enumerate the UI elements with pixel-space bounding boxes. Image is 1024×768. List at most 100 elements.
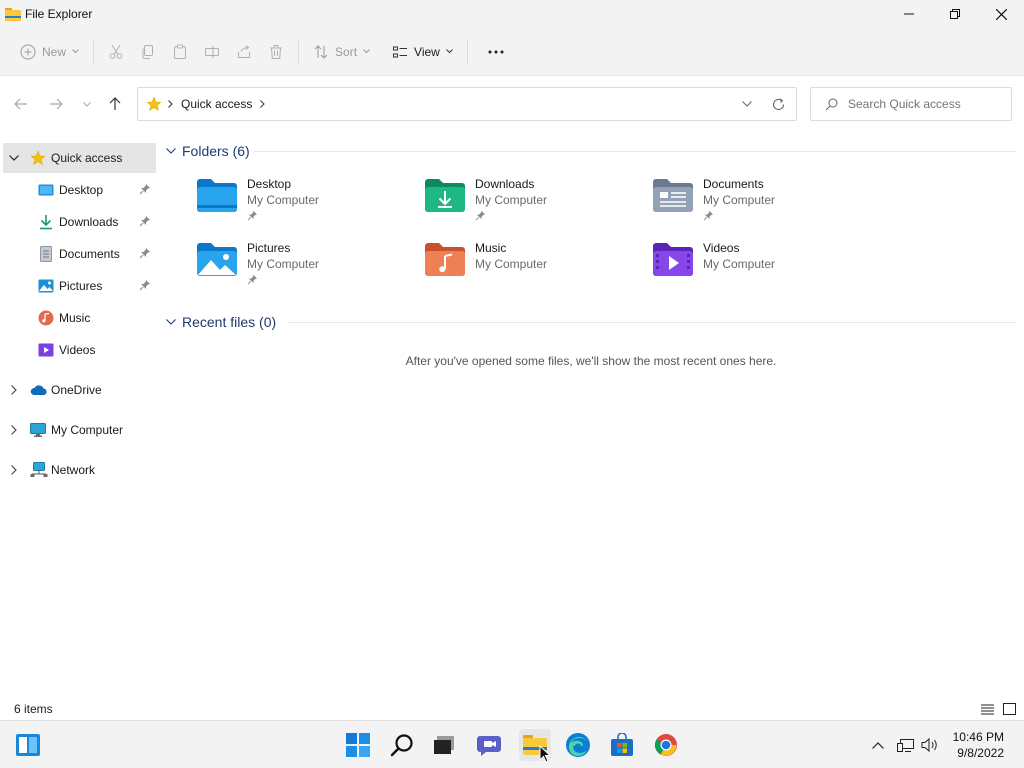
- delete-button[interactable]: [260, 34, 292, 70]
- recent-files-empty-message: After you've opened some files, we'll sh…: [405, 354, 777, 368]
- paste-button[interactable]: [164, 34, 196, 70]
- chrome-button[interactable]: [650, 729, 682, 761]
- start-button[interactable]: [342, 729, 374, 761]
- sidebar-item-label: OneDrive: [51, 383, 102, 397]
- chevron-right-icon[interactable]: [8, 384, 20, 396]
- sidebar-item-label: Quick access: [51, 151, 123, 165]
- clock-time: 10:46 PM: [952, 730, 1004, 744]
- folder-tile-music[interactable]: Music My Computer: [424, 240, 644, 300]
- show-hidden-icons-button[interactable]: [868, 735, 888, 755]
- sidebar-item-label: Downloads: [59, 215, 119, 229]
- recent-locations-button[interactable]: [76, 93, 98, 115]
- share-button[interactable]: [228, 34, 260, 70]
- store-button[interactable]: [606, 729, 638, 761]
- arrow-left-icon: [14, 98, 27, 110]
- sidebar-item-documents[interactable]: Documents: [3, 239, 156, 269]
- task-view-button[interactable]: [428, 729, 460, 761]
- chevron-right-icon: [168, 100, 173, 108]
- back-button[interactable]: [10, 93, 32, 115]
- close-button[interactable]: [978, 0, 1024, 28]
- taskbar: 10:46 PM 9/8/2022: [0, 720, 1024, 768]
- address-dropdown-icon[interactable]: [742, 101, 752, 107]
- desktop-folder-icon: [38, 182, 54, 198]
- tiles-view-button[interactable]: [1001, 701, 1017, 717]
- share-icon: [238, 44, 251, 58]
- widgets-button[interactable]: [12, 729, 44, 761]
- forward-button[interactable]: [45, 93, 67, 115]
- folder-tile-pictures[interactable]: Pictures My Computer: [196, 240, 416, 300]
- folder-tile-videos[interactable]: Videos My Computer: [652, 240, 872, 300]
- sidebar-item-downloads[interactable]: Downloads: [3, 207, 156, 237]
- details-view-button[interactable]: [979, 701, 995, 717]
- folder-tile-documents[interactable]: Documents My Computer: [652, 176, 872, 236]
- cut-button[interactable]: [100, 34, 132, 70]
- clock[interactable]: 10:46 PM 9/8/2022: [953, 729, 1004, 761]
- minimize-icon: [904, 13, 914, 15]
- volume-icon: [921, 737, 937, 753]
- chat-button[interactable]: [474, 729, 506, 761]
- edge-button[interactable]: [562, 729, 594, 761]
- folder-location: My Computer: [247, 257, 320, 271]
- copy-icon: [142, 44, 154, 59]
- folder-tile-desktop[interactable]: Desktop My Computer: [196, 176, 416, 236]
- chevron-right-icon[interactable]: [8, 424, 20, 436]
- delete-icon: [270, 44, 283, 59]
- folder-name: Pictures: [247, 241, 291, 255]
- view-button[interactable]: View: [384, 34, 461, 70]
- sidebar-item-quick-access[interactable]: Quick access: [3, 143, 156, 173]
- volume-button[interactable]: [920, 735, 940, 755]
- chevron-right-icon[interactable]: [8, 464, 20, 476]
- pictures-icon: [38, 278, 54, 294]
- pin-icon: [139, 183, 153, 197]
- pin-icon: [247, 274, 259, 286]
- new-button[interactable]: New: [12, 34, 87, 70]
- chevron-right-icon[interactable]: [260, 100, 266, 108]
- folder-location: My Computer: [475, 257, 548, 271]
- pin-icon: [139, 215, 153, 229]
- chrome-icon: [654, 734, 677, 756]
- address-bar[interactable]: Quick access: [137, 87, 797, 121]
- sidebar-item-label: Desktop: [59, 183, 104, 197]
- documents-icon: [38, 246, 54, 262]
- chevron-down-icon[interactable]: [166, 319, 176, 325]
- arrow-right-icon: [50, 98, 63, 110]
- network-icon: [30, 462, 48, 478]
- taskbar-search-button[interactable]: [386, 729, 418, 761]
- search-input[interactable]: [848, 97, 1008, 111]
- store-icon: [611, 733, 633, 756]
- sidebar-item-pictures[interactable]: Pictures: [3, 271, 156, 301]
- rename-button[interactable]: [196, 34, 228, 70]
- sidebar-item-videos[interactable]: Videos: [3, 335, 156, 365]
- widgets-icon: [16, 734, 40, 756]
- task-view-icon: [434, 736, 454, 754]
- folder-tile-downloads[interactable]: Downloads My Computer: [424, 176, 644, 236]
- sidebar-item-music[interactable]: Music: [3, 303, 156, 333]
- recent-files-group-header[interactable]: Recent files (0): [162, 311, 276, 333]
- start-icon: [346, 733, 370, 757]
- minimize-button[interactable]: [886, 0, 932, 28]
- search-box[interactable]: [810, 87, 1012, 121]
- chevron-down-icon[interactable]: [8, 152, 20, 164]
- pin-icon: [703, 210, 715, 222]
- sort-button[interactable]: Sort: [305, 34, 378, 70]
- recent-files-group-title: Recent files (0): [182, 314, 277, 330]
- sidebar-item-network[interactable]: Network: [3, 455, 156, 485]
- up-button[interactable]: [104, 93, 126, 115]
- new-label: New: [42, 44, 67, 59]
- refresh-icon[interactable]: [772, 98, 785, 111]
- pin-icon: [139, 279, 153, 293]
- copy-button[interactable]: [132, 34, 164, 70]
- sidebar-item-my-computer[interactable]: My Computer: [3, 415, 156, 445]
- command-bar: New Sort View: [0, 28, 1024, 76]
- folders-group-header[interactable]: Folders (6): [162, 140, 250, 162]
- sidebar-item-desktop[interactable]: Desktop: [3, 175, 156, 205]
- restore-button[interactable]: [932, 0, 978, 28]
- network-status-button[interactable]: [896, 735, 916, 755]
- file-explorer-taskbar-button[interactable]: [519, 729, 551, 763]
- chevron-down-icon: [363, 49, 370, 54]
- folder-location: My Computer: [703, 257, 776, 271]
- chevron-down-icon[interactable]: [166, 148, 176, 154]
- more-options-button[interactable]: [474, 34, 518, 70]
- sidebar-item-onedrive[interactable]: OneDrive: [3, 375, 156, 405]
- address-location[interactable]: Quick access: [181, 97, 252, 111]
